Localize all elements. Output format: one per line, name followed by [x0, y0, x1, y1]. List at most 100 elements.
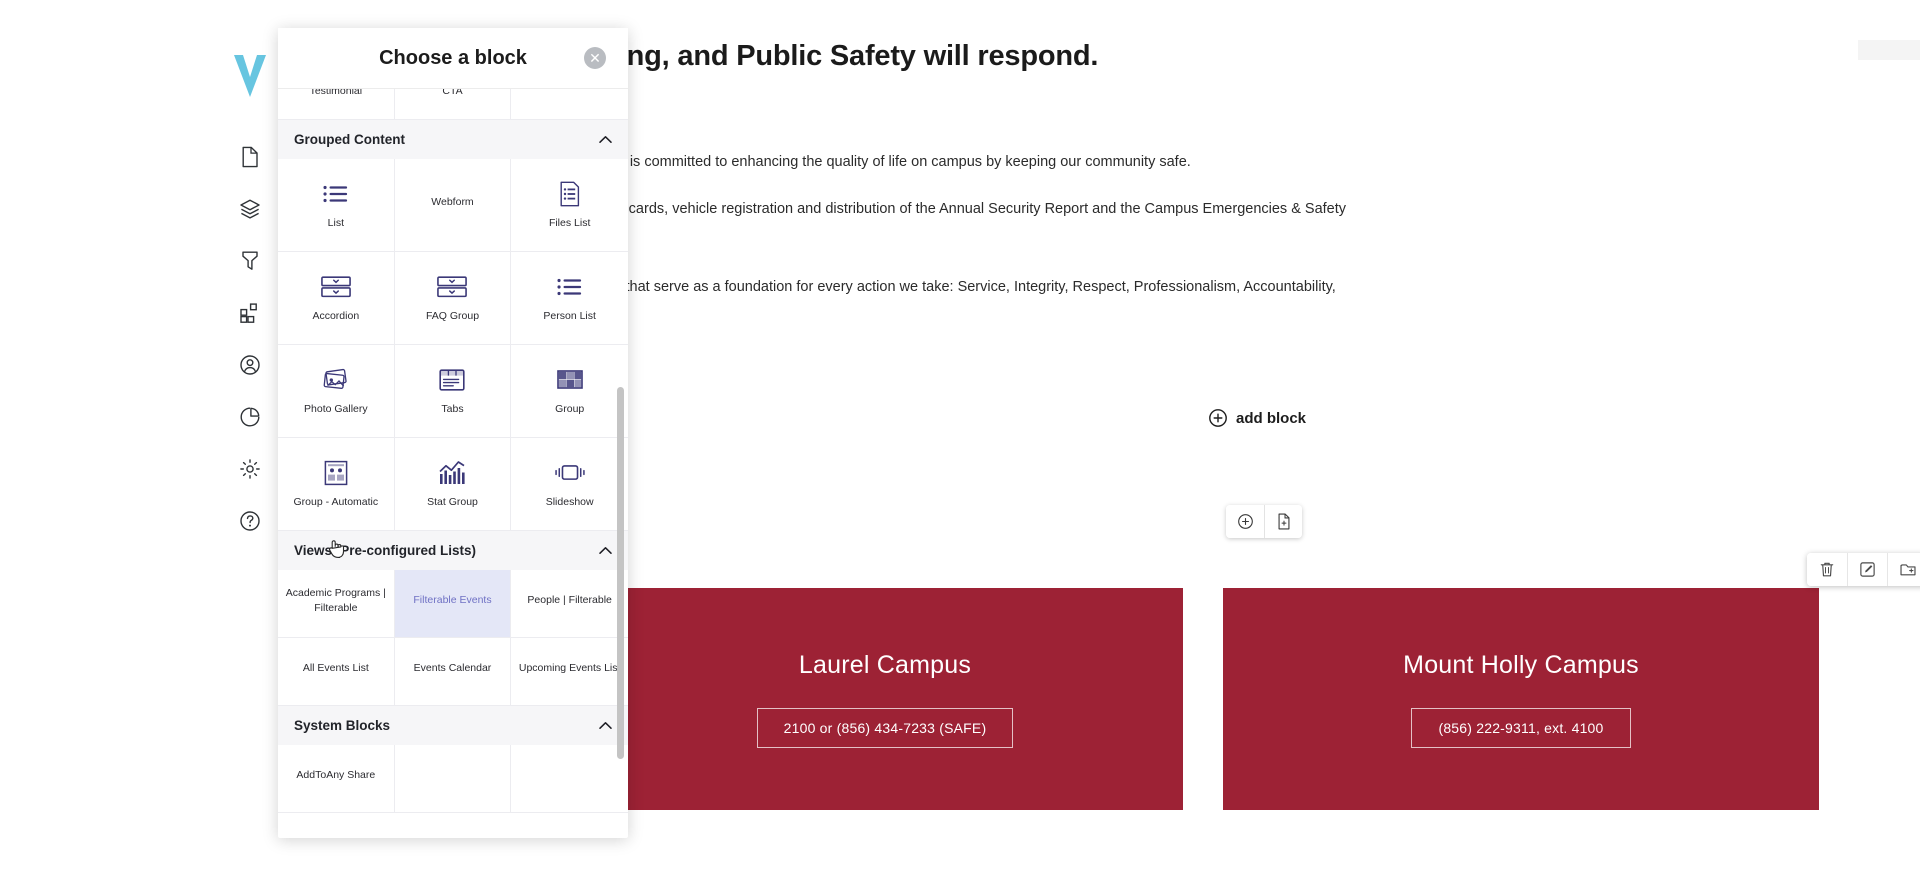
- block-tile-accordion[interactable]: Accordion: [278, 252, 395, 345]
- block-tile-cta[interactable]: CTA: [394, 89, 512, 120]
- modal-scrollbar-track[interactable]: [617, 89, 626, 838]
- stat-group-icon: [438, 459, 466, 487]
- v-logo: [230, 50, 270, 102]
- group-automatic-icon: [324, 459, 348, 487]
- layers-icon: [240, 199, 260, 219]
- sidebar-item-pages[interactable]: [235, 142, 265, 172]
- add-page-icon[interactable]: [1264, 505, 1302, 538]
- block-tile-label: All Events List: [302, 662, 369, 675]
- blocks-icon: [240, 303, 257, 323]
- section-header-views[interactable]: Views (Pre-configured Lists): [278, 531, 628, 570]
- tag-icon: [242, 251, 258, 270]
- app-root: g, say something, and Public Safety will…: [0, 0, 1920, 869]
- modal-header: Choose a block ✕: [278, 28, 628, 88]
- block-tile-group[interactable]: Group: [511, 345, 628, 438]
- help-circle-icon: [240, 511, 260, 531]
- add-block-label: add block: [1236, 409, 1307, 427]
- block-tile-label: Slideshow: [545, 495, 594, 508]
- view-tile-events-calendar[interactable]: Events Calendar: [394, 638, 512, 706]
- chevron-up-icon: [599, 134, 612, 146]
- block-grid-views: Academic Programs | Filterable Filterabl…: [278, 570, 628, 706]
- list-icon: [323, 180, 349, 208]
- trash-icon[interactable]: [1807, 553, 1847, 586]
- block-list-content: Testimonial CTA Grouped Content List Web…: [278, 89, 628, 813]
- folder-add-icon[interactable]: [1887, 553, 1920, 586]
- pie-chart-icon: [240, 407, 260, 427]
- block-tile-label: Person List: [543, 309, 596, 322]
- block-tile-testimonial[interactable]: Testimonial: [278, 89, 395, 120]
- block-tile-faq-group[interactable]: FAQ Group: [394, 252, 512, 345]
- section-title: Views (Pre-configured Lists): [294, 543, 477, 558]
- view-tile-all-events-list[interactable]: All Events List: [278, 638, 395, 706]
- block-tile-addtoany-share[interactable]: AddToAny Share: [278, 745, 395, 813]
- block-tile-label: Upcoming Events List: [518, 662, 621, 675]
- files-list-icon: [559, 180, 581, 208]
- sidebar-item-blocks[interactable]: [235, 298, 265, 328]
- block-list-scroll-area[interactable]: Testimonial CTA Grouped Content List Web…: [278, 89, 628, 838]
- campus-card-title: Laurel Campus: [798, 650, 972, 679]
- page-title: g, say something, and Public Safety will…: [428, 40, 1099, 72]
- block-tile-tabs[interactable]: Tabs: [394, 345, 512, 438]
- block-grid-grouped-content: List Webform Files List Accordion FAQ Gr…: [278, 159, 628, 531]
- view-tile-academic-programs-filterable[interactable]: Academic Programs | Filterable: [278, 570, 395, 638]
- close-icon[interactable]: ✕: [584, 47, 606, 69]
- block-tile-files-list[interactable]: Files List: [511, 159, 628, 252]
- block-tile-group-automatic[interactable]: Group - Automatic: [278, 438, 395, 531]
- block-tile-slideshow[interactable]: Slideshow: [511, 438, 628, 531]
- chevron-up-icon: [599, 545, 612, 557]
- block-tile-empty: [394, 745, 512, 813]
- app-sidebar-rail: [222, 24, 278, 869]
- sidebar-item-tags[interactable]: [235, 246, 265, 276]
- sidebar-item-settings[interactable]: [235, 454, 265, 484]
- block-tile-label: Files List: [548, 216, 591, 229]
- block-tile-label: CTA: [442, 89, 463, 97]
- sidebar-item-layouts[interactable]: [235, 194, 265, 224]
- modal-title: Choose a block: [379, 46, 527, 69]
- block-tile-label: FAQ Group: [425, 309, 480, 322]
- person-list-icon: [557, 273, 583, 301]
- block-tile-label: Webform: [431, 195, 474, 208]
- block-tile-person-list[interactable]: Person List: [511, 252, 628, 345]
- campus-phone-button[interactable]: 2100 or (856) 434-7233 (SAFE): [756, 707, 1014, 748]
- block-tile-list[interactable]: List: [278, 159, 395, 252]
- view-tile-people-filterable[interactable]: People | Filterable: [511, 570, 628, 638]
- block-tile-stat-group[interactable]: Stat Group: [394, 438, 512, 531]
- sidebar-item-people[interactable]: [235, 350, 265, 380]
- modal-body: Testimonial CTA Grouped Content List Web…: [278, 88, 628, 838]
- hero-section: g, say something, and Public Safety will…: [428, 40, 1898, 73]
- campus-card: Laurel Campus 2100 or (856) 434-7233 (SA…: [587, 588, 1183, 810]
- sidebar-item-help[interactable]: [235, 506, 265, 536]
- sidebar-item-analytics[interactable]: [235, 402, 265, 432]
- block-tile-label: Testimonial: [309, 89, 363, 97]
- gear-icon: [240, 459, 260, 479]
- block-tile-label: Events Calendar: [413, 662, 492, 675]
- block-tile-label: Accordion: [312, 309, 360, 322]
- add-block-button[interactable]: add block: [1208, 408, 1306, 428]
- campus-card: Mount Holly Campus (856) 222-9311, ext. …: [1223, 588, 1819, 810]
- view-tile-filterable-events[interactable]: Filterable Events: [394, 570, 512, 638]
- campus-phone-button[interactable]: (856) 222-9311, ext. 4100: [1411, 707, 1631, 748]
- block-actions-toolbar: [1807, 553, 1920, 586]
- block-tile-label: Group: [555, 402, 585, 415]
- chevron-up-icon: [599, 720, 612, 732]
- block-tile-webform[interactable]: Webform: [394, 159, 512, 252]
- add-circle-icon[interactable]: [1226, 505, 1264, 538]
- tabs-icon: [439, 366, 466, 394]
- choose-block-modal: Choose a block ✕ Testimonial CTA Grouped…: [278, 28, 628, 838]
- block-tile-empty: [511, 745, 628, 813]
- inline-insert-toolbar: [1226, 505, 1302, 538]
- edit-pencil-icon[interactable]: [1847, 553, 1887, 586]
- user-circle-icon: [240, 355, 260, 375]
- page-icon: [242, 146, 258, 168]
- accordion-icon: [320, 273, 351, 301]
- section-header-system-blocks[interactable]: System Blocks: [278, 706, 628, 745]
- photo-gallery-icon: [321, 366, 351, 394]
- block-grid-system-blocks: AddToAny Share: [278, 745, 628, 813]
- block-tile-label: Filterable Events: [413, 594, 492, 607]
- block-tile-label: Photo Gallery: [304, 402, 368, 415]
- view-tile-upcoming-events-list[interactable]: Upcoming Events List: [511, 638, 628, 706]
- section-header-grouped-content[interactable]: Grouped Content: [278, 120, 628, 159]
- modal-scrollbar-thumb[interactable]: [617, 387, 624, 759]
- block-tile-photo-gallery[interactable]: Photo Gallery: [278, 345, 395, 438]
- section-title: System Blocks: [294, 718, 391, 733]
